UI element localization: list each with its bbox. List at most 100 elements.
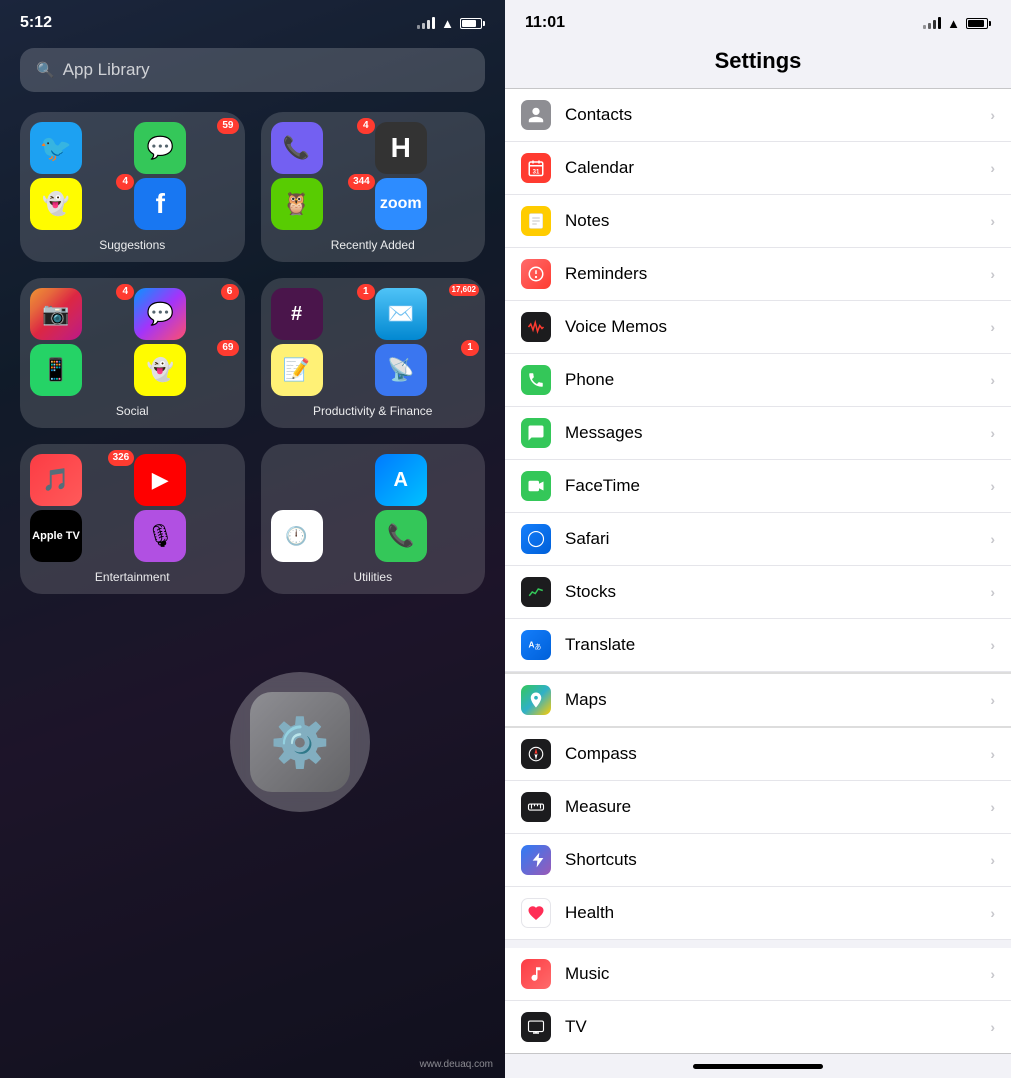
maps-icon	[521, 685, 551, 715]
folder-label-recently-added: Recently Added	[271, 238, 476, 252]
folder-entertainment[interactable]: 🎵 326 ▶ Apple TV 🎙 Entertainment	[20, 444, 245, 594]
search-icon: 🔍	[36, 61, 55, 79]
settings-section-apps: Contacts › 31 Calendar › Notes ›	[505, 88, 1011, 1054]
folder-suggestions[interactable]: 🐦 💬 59 👻 4 f Suggestions	[20, 112, 245, 262]
notes-label: Notes	[565, 211, 990, 231]
settings-item-safari[interactable]: Safari ›	[505, 513, 1011, 566]
folder-icon-whatsapp: 📱	[30, 344, 130, 396]
notes-icon	[521, 206, 551, 236]
folder-icon-podcasts: 🎙	[134, 510, 234, 562]
folder-icon-viber: 📞 4	[271, 122, 371, 174]
folder-icon-duolingo: 🦉 344	[271, 178, 371, 230]
contacts-label: Contacts	[565, 105, 990, 125]
translate-label: Translate	[565, 635, 990, 655]
folder-icon-phone: 📞	[375, 510, 475, 562]
settings-item-tv[interactable]: TV ›	[505, 1001, 1011, 1053]
status-bar-right: 11:01 ▲	[505, 0, 1011, 40]
folder-icon-appletv: Apple TV	[30, 510, 130, 562]
folder-icon-hotel: H	[375, 122, 475, 174]
safari-icon	[521, 524, 551, 554]
settings-item-facetime[interactable]: FaceTime ›	[505, 460, 1011, 513]
music-icon	[521, 959, 551, 989]
facetime-label: FaceTime	[565, 476, 990, 496]
folder-icon-zoom: zoom	[375, 178, 475, 230]
folder-icon-instagram: 📷 4	[30, 288, 130, 340]
folder-icon-music: 🎵 326	[30, 454, 130, 506]
folder-productivity[interactable]: # 1 ✉️ 17,602 📝 📡 1 Productivity & Finan…	[261, 278, 486, 428]
folder-icon-messages: 💬 59	[134, 122, 234, 174]
settings-title: Settings	[505, 40, 1011, 88]
messages-label: Messages	[565, 423, 990, 443]
battery-icon-left	[460, 18, 485, 29]
phone-label: Phone	[565, 370, 990, 390]
app-library-panel: 5:12 ▲ 🔍 App Library	[0, 0, 505, 1078]
shortcuts-icon	[521, 845, 551, 875]
settings-item-maps[interactable]: Maps ›	[505, 672, 1011, 728]
settings-panel: 11:01 ▲ Settings	[505, 0, 1011, 1078]
folder-label-entertainment: Entertainment	[30, 570, 235, 584]
settings-item-notes[interactable]: Notes ›	[505, 195, 1011, 248]
folder-icon-snapchat2: 👻 69	[134, 344, 234, 396]
maps-chevron: ›	[990, 692, 995, 708]
safari-chevron: ›	[990, 531, 995, 547]
svg-text:31: 31	[533, 169, 540, 175]
folder-icon-snapchat: 👻 4	[30, 178, 130, 230]
voicememos-icon	[521, 312, 551, 342]
safari-label: Safari	[565, 529, 990, 549]
folder-label-social: Social	[30, 404, 235, 418]
settings-item-measure[interactable]: Measure ›	[505, 781, 1011, 834]
time-right: 11:01	[525, 14, 565, 32]
measure-label: Measure	[565, 797, 990, 817]
stocks-label: Stocks	[565, 582, 990, 602]
folder-icon-signal: 📡 1	[375, 344, 475, 396]
settings-item-health[interactable]: Health ›	[505, 887, 1011, 940]
settings-item-shortcuts[interactable]: Shortcuts ›	[505, 834, 1011, 887]
folder-icon-mail: ✉️ 17,602	[375, 288, 475, 340]
status-icons-right: ▲	[923, 16, 991, 31]
settings-item-compass[interactable]: Compass ›	[505, 728, 1011, 781]
settings-item-contacts[interactable]: Contacts ›	[505, 89, 1011, 142]
home-indicator	[693, 1064, 823, 1069]
settings-item-voicememos[interactable]: Voice Memos ›	[505, 301, 1011, 354]
folder-social[interactable]: 📷 4 💬 6 📱 👻 69 Social	[20, 278, 245, 428]
voicememos-chevron: ›	[990, 319, 995, 335]
folder-utilities[interactable]: ⚙️ A 🕛 📞 Utilities	[261, 444, 486, 594]
app-grid: 🐦 💬 59 👻 4 f Suggestions 📞	[0, 112, 505, 594]
folder-icon-slack: # 1	[271, 288, 371, 340]
tv-chevron: ›	[990, 1019, 995, 1035]
search-bar-label: App Library	[63, 60, 150, 80]
settings-item-messages[interactable]: Messages ›	[505, 407, 1011, 460]
search-bar[interactable]: 🔍 App Library	[20, 48, 485, 92]
spotlight-settings-icon: ⚙️	[250, 692, 350, 792]
facetime-icon	[521, 471, 551, 501]
settings-item-music[interactable]: Music ›	[505, 948, 1011, 1001]
reminders-label: Reminders	[565, 264, 990, 284]
wifi-icon-left: ▲	[441, 16, 454, 31]
folder-icon-youtube: ▶	[134, 454, 234, 506]
messages-icon	[521, 418, 551, 448]
settings-item-translate[interactable]: Aあ Translate ›	[505, 619, 1011, 672]
health-icon	[521, 898, 551, 928]
folder-icon-facebook: f	[134, 178, 234, 230]
folder-icon-twitter: 🐦	[30, 122, 130, 174]
folder-icon-clock: 🕛	[271, 510, 371, 562]
reminders-chevron: ›	[990, 266, 995, 282]
spotlight-overlay: ⚙️	[230, 672, 370, 812]
settings-item-stocks[interactable]: Stocks ›	[505, 566, 1011, 619]
settings-item-calendar[interactable]: 31 Calendar ›	[505, 142, 1011, 195]
notes-chevron: ›	[990, 213, 995, 229]
music-chevron: ›	[990, 966, 995, 982]
contacts-chevron: ›	[990, 107, 995, 123]
signal-icon	[417, 17, 435, 29]
shortcuts-chevron: ›	[990, 852, 995, 868]
messages-chevron: ›	[990, 425, 995, 441]
settings-item-reminders[interactable]: Reminders ›	[505, 248, 1011, 301]
compass-label: Compass	[565, 744, 990, 764]
wifi-icon-right: ▲	[947, 16, 960, 31]
folder-recently-added[interactable]: 📞 4 H 🦉 344 zoom Recently Added	[261, 112, 486, 262]
stocks-chevron: ›	[990, 584, 995, 600]
settings-item-phone[interactable]: Phone ›	[505, 354, 1011, 407]
measure-icon	[521, 792, 551, 822]
status-icons-left: ▲	[417, 16, 485, 31]
health-label: Health	[565, 903, 990, 923]
